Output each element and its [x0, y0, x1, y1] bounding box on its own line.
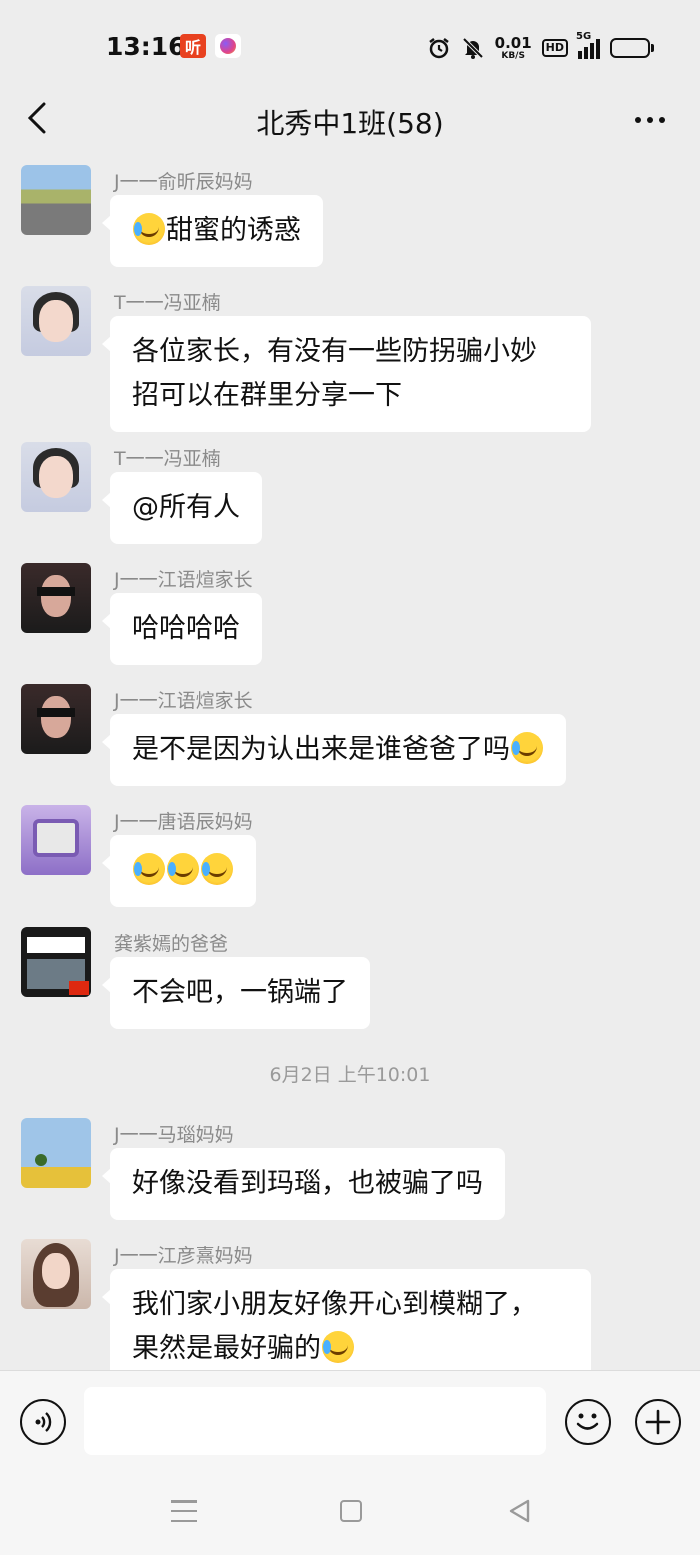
avatar[interactable]: [21, 442, 91, 512]
avatar[interactable]: [21, 805, 91, 875]
status-bar: 13:16 听 0.01 KB/S HD 5G: [0, 0, 700, 92]
chat-header: 北秀中1班(58): [0, 92, 700, 152]
sender-name: J一一俞昕辰妈妈: [114, 171, 253, 193]
more-button[interactable]: [630, 100, 670, 140]
avatar[interactable]: [21, 563, 91, 633]
triangle-back-icon: [509, 1499, 530, 1523]
nav-back-button[interactable]: [507, 1498, 531, 1524]
time-divider: 6月2日 上午10:01: [269, 1064, 431, 1086]
status-icons: 0.01 KB/S HD 5G: [427, 31, 654, 63]
avatar[interactable]: [21, 1239, 91, 1309]
listen-app-icon: 听: [180, 34, 206, 58]
message-bubble[interactable]: 是不是因为认出来是谁爸爸了吗: [102, 714, 566, 786]
app-notification-icon: [215, 34, 241, 58]
message-bubble[interactable]: 哈哈哈哈: [102, 593, 262, 665]
sender-name: 龚紫嫣的爸爸: [114, 933, 229, 955]
status-time: 13:16: [106, 32, 186, 61]
signal-icon: 5G: [576, 31, 600, 59]
crying-laugh-emoji-icon: [322, 1331, 354, 1363]
avatar[interactable]: [21, 684, 91, 754]
back-button[interactable]: [22, 98, 52, 138]
nav-home-button[interactable]: [340, 1500, 362, 1522]
crying-laugh-emoji-icon: [133, 853, 165, 885]
sender-name: J一一唐语辰妈妈: [114, 811, 253, 833]
message-bubble[interactable]: 各位家长，有没有一些防拐骗小妙 招可以在群里分享一下: [102, 316, 591, 432]
sender-name: J一一江语煊家长: [114, 569, 253, 591]
message-list[interactable]: J一一俞昕辰妈妈 甜蜜的诱惑 T一一冯亚楠 各位家长，有没有一些防拐骗小妙 招可…: [0, 152, 700, 1370]
avatar[interactable]: [21, 927, 91, 997]
input-bar: [0, 1370, 700, 1470]
crying-laugh-emoji-icon: [133, 213, 165, 245]
plus-icon: [645, 1409, 671, 1435]
hd-badge: HD: [541, 39, 568, 57]
chat-title: 北秀中1班(58): [256, 107, 444, 140]
chevron-left-icon: [27, 102, 46, 134]
message-bubble[interactable]: 我们家小朋友好像开心到模糊了， 果然是最好骗的: [102, 1269, 591, 1370]
sender-name: T一一冯亚楠: [114, 292, 221, 314]
voice-button[interactable]: [20, 1399, 66, 1445]
message-bubble[interactable]: [102, 835, 256, 907]
crying-laugh-emoji-icon: [167, 853, 199, 885]
alarm-icon: [427, 36, 451, 60]
emoji-button[interactable]: [565, 1399, 611, 1445]
mute-bell-icon: [461, 36, 485, 60]
more-dots-icon: [635, 117, 641, 123]
voice-icon: [35, 1412, 52, 1432]
sender-name: J一一江语煊家长: [114, 690, 253, 712]
sender-name: T一一冯亚楠: [114, 448, 221, 470]
avatar[interactable]: [21, 1118, 91, 1188]
system-nav-bar: [0, 1470, 700, 1555]
nav-menu-button[interactable]: [171, 1500, 197, 1522]
avatar[interactable]: [21, 165, 91, 235]
sender-name: J一一江彦熹妈妈: [114, 1245, 253, 1267]
crying-laugh-emoji-icon: [511, 732, 543, 764]
avatar[interactable]: [21, 286, 91, 356]
network-speed: 0.01 KB/S: [494, 33, 532, 61]
emoji-icon: [576, 1413, 599, 1430]
message-input[interactable]: [84, 1387, 546, 1455]
sender-name: J一一马瑙妈妈: [114, 1124, 234, 1146]
plus-button[interactable]: [635, 1399, 681, 1445]
message-bubble[interactable]: 好像没看到玛瑙，也被骗了吗: [102, 1148, 505, 1220]
message-bubble[interactable]: 不会吧，一锅端了: [102, 957, 370, 1029]
battery-icon: [610, 38, 654, 58]
message-bubble[interactable]: 甜蜜的诱惑: [102, 195, 323, 267]
crying-laugh-emoji-icon: [201, 853, 233, 885]
message-bubble[interactable]: @所有人: [102, 472, 262, 544]
